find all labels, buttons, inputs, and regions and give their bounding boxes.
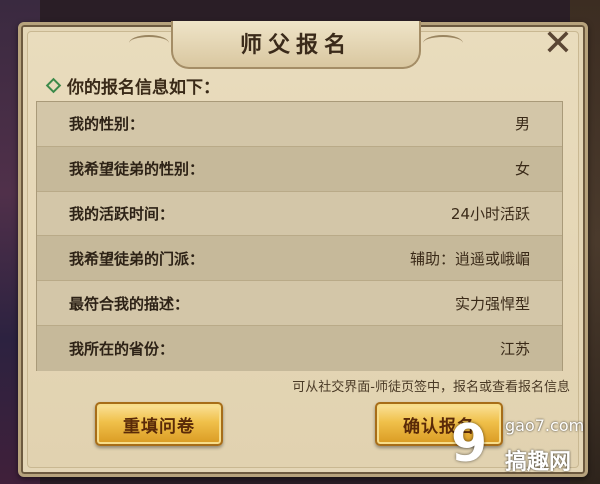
table-row: 我的活跃时间： 24小时活跃 [37,191,562,237]
watermark-url: gao7.com [505,416,585,435]
row-label: 我的活跃时间： [69,204,175,223]
watermark-name: 搞趣网 [505,450,572,475]
title-plate: 师父报名 [129,21,463,69]
row-value: 女 [514,160,530,179]
ornament-left [129,35,169,51]
table-row: 我希望徒弟的门派： 辅助：逍遥或峨嵋 [37,236,562,282]
diamond-bullet-icon [45,77,62,93]
row-label: 我希望徒弟的性别： [69,160,205,179]
site-watermark: 9 gao7.com 搞趣网 [445,412,595,480]
close-icon[interactable]: ✕ [538,24,578,64]
table-row: 我所在的省份： 江苏 [37,325,562,371]
dialog-title: 师父报名 [239,33,352,58]
row-label: 我希望徒弟的门派： [69,249,205,268]
table-row: 我的性别： 男 [37,102,562,147]
section-header-text: 你的报名信息如下： [67,77,220,98]
row-value: 男 [514,115,530,134]
row-label: 我的性别： [69,115,145,134]
table-row: 最符合我的描述： 实力强悍型 [37,281,562,326]
row-value: 辅助：逍遥或峨嵋 [409,249,530,268]
row-value: 24小时活跃 [450,204,530,223]
signup-info-table: 我的性别： 男 我希望徒弟的性别： 女 我的活跃时间： 24小时活跃 我希望徒弟… [36,101,563,371]
hint-text: 可从社交界面-师徒页签中，报名或查看报名信息 [292,380,570,395]
section-header: 你的报名信息如下： [45,74,220,98]
row-label: 我所在的省份： [69,339,175,358]
refill-questionnaire-button[interactable]: 重填问卷 [95,402,223,446]
row-value: 实力强悍型 [454,294,530,313]
table-row: 我希望徒弟的性别： 女 [37,146,562,192]
watermark-logo: 9 [451,414,488,474]
row-label: 最符合我的描述： [69,294,190,313]
ornament-right [423,35,463,51]
row-value: 江苏 [499,339,530,358]
